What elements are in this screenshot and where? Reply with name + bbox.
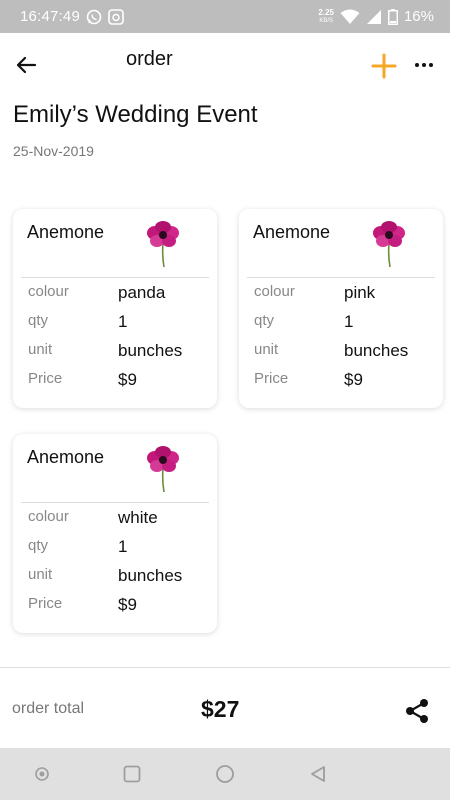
status-time: 16:47:49: [20, 8, 80, 25]
app-bar: order: [0, 33, 450, 95]
qty-row: qty 1: [28, 537, 208, 559]
event-date: 25-Nov-2019: [13, 143, 94, 159]
nav-dot-button[interactable]: [30, 762, 54, 786]
price-row: Price $9: [28, 595, 208, 617]
price-row: Price $9: [28, 370, 208, 392]
colour-label: colour: [254, 283, 295, 300]
back-button[interactable]: [12, 51, 40, 79]
card-divider: [247, 277, 435, 278]
network-speed-value: 2.25: [318, 7, 334, 17]
page-title: order: [126, 48, 173, 70]
share-icon: [406, 699, 428, 723]
qty-value: 1: [118, 312, 128, 331]
colour-row: colour white: [28, 508, 208, 530]
nav-recents-button[interactable]: [120, 762, 144, 786]
wifi-icon: [340, 9, 360, 25]
add-item-button[interactable]: [371, 53, 397, 79]
order-item-card[interactable]: Anemone colour white qty 1 unit bunches …: [13, 434, 217, 633]
unit-value: bunches: [118, 566, 183, 585]
nav-home-button[interactable]: [213, 762, 237, 786]
item-name: Anemone: [27, 447, 105, 467]
battery-icon: [387, 8, 398, 25]
more-options-button[interactable]: [412, 53, 436, 77]
item-name: Anemone: [27, 222, 105, 242]
colour-value: pink: [344, 283, 376, 302]
qty-label: qty: [28, 537, 49, 554]
status-left: 16:47:49: [20, 8, 124, 25]
colour-row: colour pink: [254, 283, 434, 305]
qty-value: 1: [118, 537, 128, 556]
anemone-flower-icon: [147, 221, 179, 267]
status-right: 2.25 KB/S 16%: [318, 8, 434, 25]
network-speed: 2.25 KB/S: [318, 7, 334, 25]
status-bar: 16:47:49 2.25 KB/S 16%: [0, 0, 450, 33]
card-divider: [21, 502, 209, 503]
unit-label: unit: [28, 341, 53, 358]
anemone-flower-icon: [373, 221, 405, 267]
system-nav-bar: [0, 748, 450, 800]
qty-label: qty: [254, 312, 275, 329]
qty-value: 1: [344, 312, 354, 331]
colour-row: colour panda: [28, 283, 208, 305]
order-item-card[interactable]: Anemone colour panda qty 1 unit bunches …: [13, 209, 217, 408]
signal-icon: [366, 9, 382, 25]
nav-back-button[interactable]: [306, 762, 330, 786]
price-label: Price: [254, 370, 289, 387]
camera-app-icon: [108, 8, 124, 25]
card-divider: [21, 277, 209, 278]
more-horizontal-icon: [415, 63, 433, 67]
price-label: Price: [28, 370, 63, 387]
order-item-card[interactable]: Anemone colour pink qty 1 unit bunches P…: [239, 209, 443, 408]
plus-icon: [371, 53, 397, 79]
price-row: Price $9: [254, 370, 434, 392]
price-value: $9: [118, 595, 137, 614]
price-value: $9: [118, 370, 137, 389]
qty-row: qty 1: [28, 312, 208, 334]
colour-label: colour: [28, 283, 69, 300]
event-title: Emily’s Wedding Event: [13, 101, 258, 128]
qty-row: qty 1: [254, 312, 434, 334]
arrow-left-icon: [16, 56, 37, 74]
network-speed-unit: KB/S: [319, 17, 334, 24]
anemone-flower-icon: [147, 446, 179, 492]
whatsapp-icon: [86, 9, 102, 25]
unit-row: unit bunches: [254, 341, 434, 363]
qty-label: qty: [28, 312, 49, 329]
home-circle-icon: [216, 765, 234, 783]
unit-label: unit: [254, 341, 279, 358]
unit-row: unit bunches: [28, 566, 208, 588]
recents-square-icon: [123, 765, 141, 783]
colour-value: white: [118, 508, 158, 527]
share-button[interactable]: [403, 697, 431, 725]
unit-value: bunches: [344, 341, 409, 360]
order-total-label: order total: [12, 700, 85, 717]
unit-label: unit: [28, 566, 53, 583]
colour-label: colour: [28, 508, 69, 525]
unit-value: bunches: [118, 341, 183, 360]
price-label: Price: [28, 595, 63, 612]
price-value: $9: [344, 370, 363, 389]
order-total-value: $27: [201, 696, 240, 722]
item-name: Anemone: [253, 222, 331, 242]
order-total-bar: order total $27: [0, 668, 450, 748]
back-triangle-icon: [311, 766, 325, 782]
unit-row: unit bunches: [28, 341, 208, 363]
dot-icon: [35, 767, 49, 781]
colour-value: panda: [118, 283, 166, 302]
battery-percent: 16%: [403, 8, 434, 25]
